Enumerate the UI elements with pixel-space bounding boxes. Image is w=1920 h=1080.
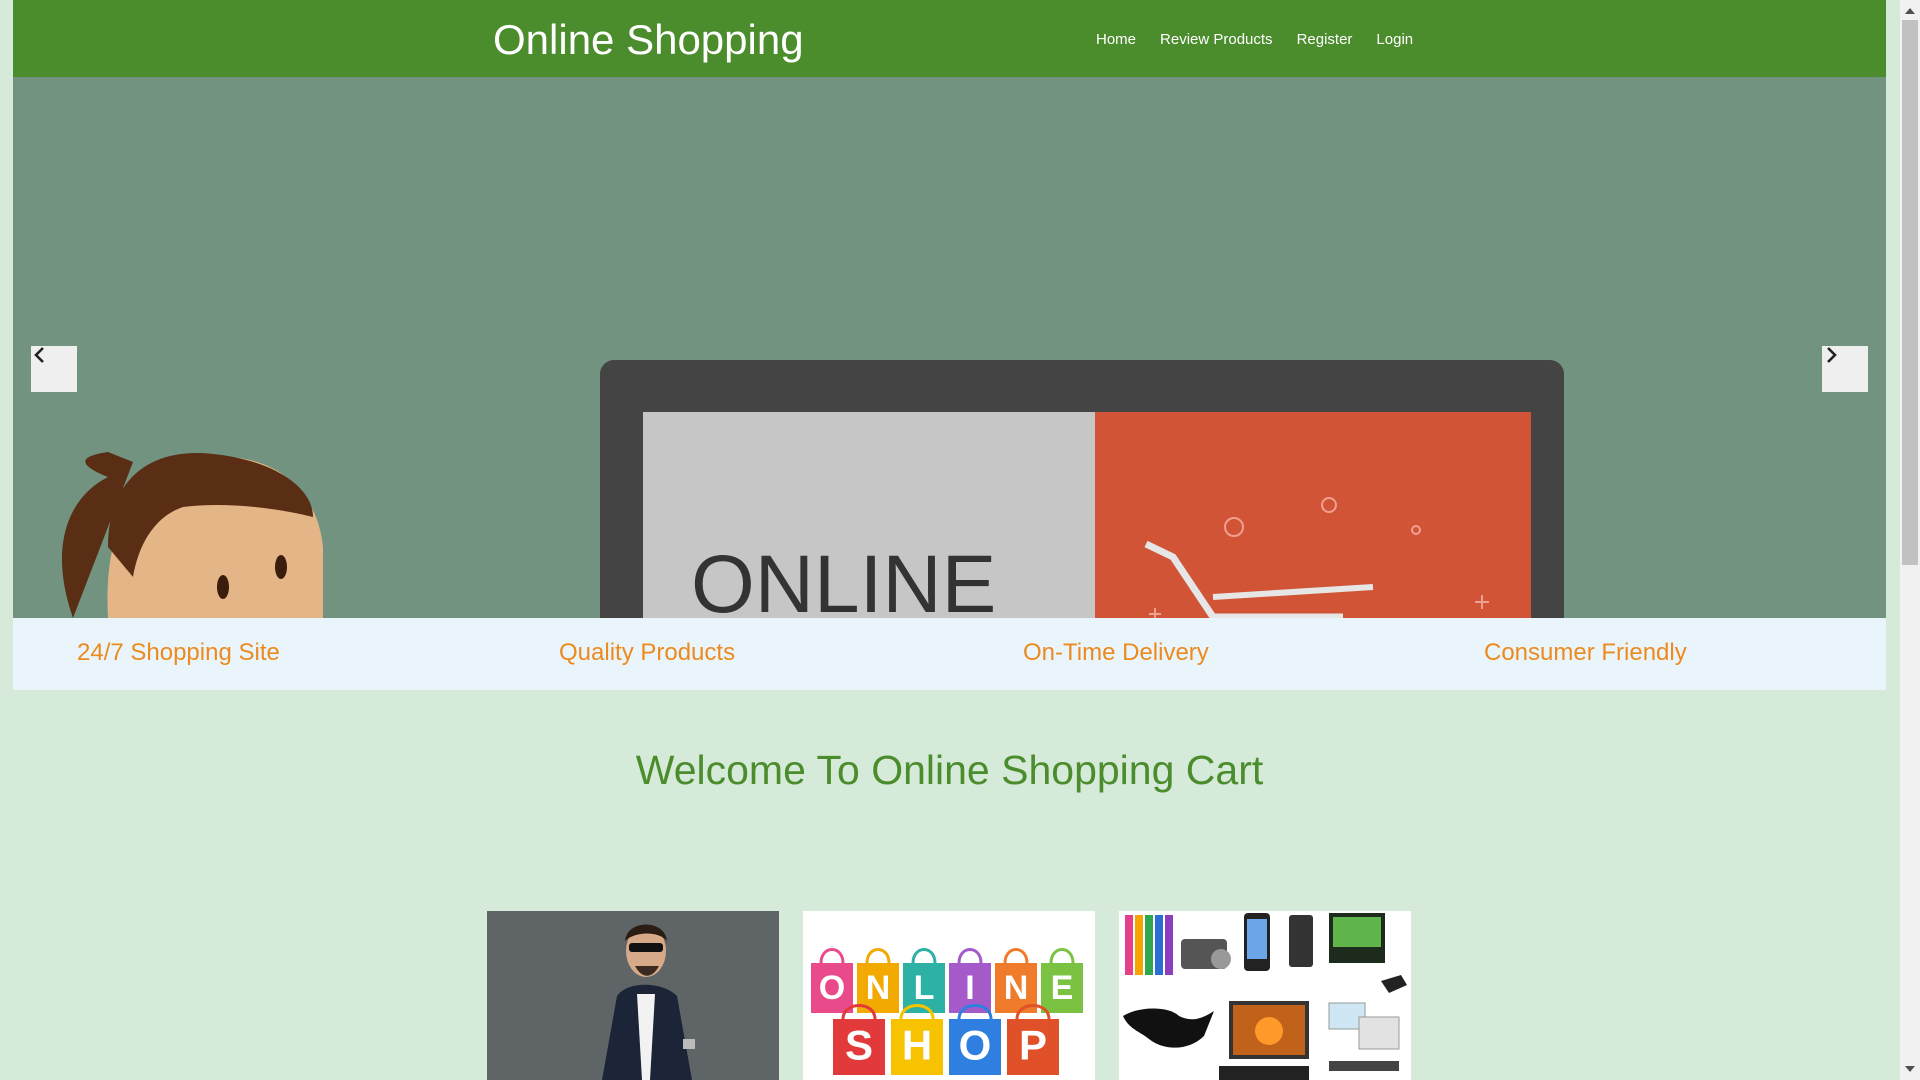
chevron-right-icon — [1827, 347, 1837, 363]
brand-title[interactable]: Online Shopping — [493, 14, 804, 66]
hero-illustration: ONLINE — [61, 360, 1564, 618]
bag-letter: E — [1051, 969, 1074, 1007]
nav-login-link[interactable]: Login — [1376, 28, 1413, 52]
page: Online Shopping Home Review Products Reg… — [13, 0, 1886, 1080]
chevron-left-icon — [34, 347, 44, 363]
bag-letter: P — [1019, 1021, 1047, 1068]
bag-letter: L — [914, 969, 935, 1007]
shopper-illustration — [61, 452, 324, 618]
laptop-screen-text: ONLINE — [691, 539, 996, 618]
product-thumbnail-fashion[interactable] — [487, 911, 779, 1080]
vertical-scrollbar[interactable] — [1900, 0, 1920, 1080]
feature-quality: Quality Products — [559, 639, 736, 666]
scroll-up-arrow-icon[interactable] — [1900, 2, 1920, 20]
scroll-down-arrow-icon[interactable] — [1900, 1060, 1920, 1078]
feature-delivery: On-Time Delivery — [1023, 639, 1209, 666]
nav-register-link[interactable]: Register — [1297, 28, 1353, 52]
top-navbar: Online Shopping Home Review Products Reg… — [13, 0, 1886, 77]
product-thumbnail-electronics[interactable] — [1119, 911, 1411, 1080]
bag-letter: O — [819, 969, 845, 1007]
feature-24-7: 24/7 Shopping Site — [77, 639, 280, 666]
feature-consumer: Consumer Friendly — [1484, 639, 1687, 666]
carousel-prev-button[interactable] — [31, 346, 77, 392]
scrollbar-thumb[interactable] — [1902, 20, 1918, 565]
features-strip: 24/7 Shopping Site Quality Products On-T… — [13, 618, 1886, 690]
welcome-heading: Welcome To Online Shopping Cart — [635, 747, 1264, 793]
bag-letter: I — [965, 969, 974, 1007]
carousel-next-button[interactable] — [1822, 346, 1868, 392]
bag-letter: O — [959, 1021, 992, 1068]
laptop-illustration: ONLINE — [600, 360, 1564, 618]
bag-letter: N — [1004, 969, 1029, 1007]
bag-letter: S — [845, 1021, 873, 1068]
bag-letter: N — [866, 969, 891, 1007]
nav-review-products-link[interactable]: Review Products — [1160, 28, 1273, 52]
hero-carousel: ONLINE — [13, 77, 1886, 618]
product-thumbnail-online-shop[interactable]: ONLINESHOP — [803, 911, 1095, 1080]
bag-letter: H — [902, 1021, 932, 1068]
main-nav: Home Review Products Register Login — [1096, 28, 1413, 52]
nav-home-link[interactable]: Home — [1096, 28, 1136, 52]
